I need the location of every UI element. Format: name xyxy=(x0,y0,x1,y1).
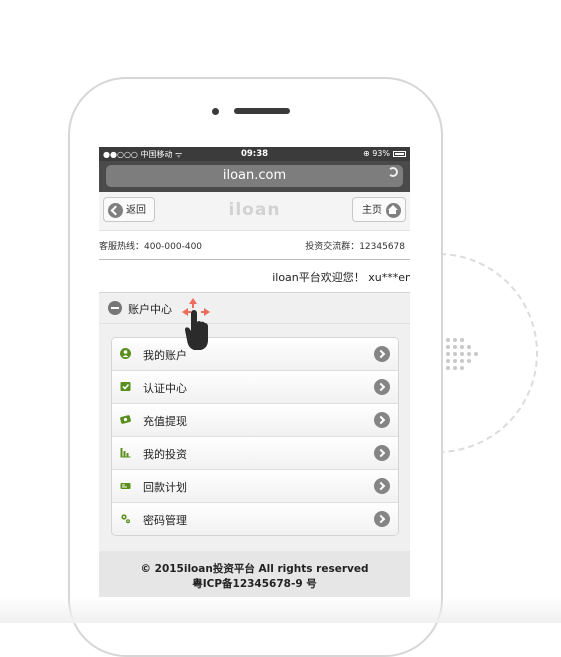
menu-item-verification[interactable]: 认证中心 xyxy=(112,371,398,404)
chevron-right-icon xyxy=(374,412,390,428)
swipe-dots-icon xyxy=(446,338,486,370)
reload-icon[interactable] xyxy=(388,167,398,177)
url-bar[interactable]: iloan.com xyxy=(106,165,403,187)
user-icon xyxy=(120,348,131,359)
chevron-right-icon xyxy=(374,478,390,494)
url-text: iloan.com xyxy=(222,168,287,183)
welcome-text: iloan平台欢迎您！ xu***en xyxy=(272,271,410,284)
panel-header[interactable]: 账户中心 xyxy=(99,293,410,324)
home-icon xyxy=(386,203,401,218)
phone-speaker xyxy=(234,108,290,114)
home-button[interactable]: 主页 xyxy=(352,197,406,222)
menu-item-label: 认证中心 xyxy=(143,382,187,395)
account-center-panel: 账户中心 我的账户 认证中心 充值提现 我的投资 回款计划 密码管理 xyxy=(99,292,410,551)
info-bar: 客服热线：400-000-400 投资交流群：12345678 xyxy=(99,231,410,260)
icp-license: 粤ICP备12345678-9 号 xyxy=(192,578,317,590)
menu-item-recharge-withdraw[interactable]: 充值提现 xyxy=(112,404,398,437)
chevron-right-icon xyxy=(374,511,390,527)
password-gear-icon xyxy=(121,514,130,524)
menu-item-repayment-plan[interactable]: 回款计划 xyxy=(112,470,398,503)
chevron-right-icon xyxy=(374,445,390,461)
menu-item-label: 充值提现 xyxy=(143,415,187,428)
investor-group: 投资交流群：12345678 xyxy=(305,242,405,252)
menu-item-label: 回款计划 xyxy=(143,481,187,494)
copyright-text: © 2015iloan投资平台 All rights reserved xyxy=(140,563,369,575)
chevron-right-icon xyxy=(374,346,390,362)
recharge-icon xyxy=(120,415,131,424)
chevron-right-icon xyxy=(374,379,390,395)
browser-toolbar: iloan.com xyxy=(99,161,410,192)
menu-item-label: 密码管理 xyxy=(143,514,187,527)
panel-title: 账户中心 xyxy=(128,303,172,316)
menu-item-my-account[interactable]: 我的账户 xyxy=(112,338,398,371)
verify-icon xyxy=(120,382,131,391)
battery-icon xyxy=(393,151,406,157)
app-header: 返回 iloan 主页 xyxy=(99,192,410,231)
repayment-plan-icon xyxy=(120,483,131,489)
menu-item-password[interactable]: 密码管理 xyxy=(112,503,398,535)
home-label: 主页 xyxy=(362,205,382,216)
account-menu: 我的账户 认证中心 充值提现 我的投资 回款计划 密码管理 xyxy=(111,337,399,536)
bottom-shadow xyxy=(0,597,561,623)
status-bar: ●●○○○ 中国移动 ᯤ 09:38 ⊕ 93% xyxy=(99,147,410,161)
page-footer: © 2015iloan投资平台 All rights reserved 粤ICP… xyxy=(99,551,410,597)
battery-level: ⊕ 93% xyxy=(362,149,390,158)
menu-item-label: 我的投资 xyxy=(143,448,187,461)
collapse-icon[interactable] xyxy=(108,301,122,315)
service-hotline: 客服热线：400-000-400 xyxy=(99,242,203,252)
front-camera xyxy=(212,108,219,115)
menu-item-my-investment[interactable]: 我的投资 xyxy=(112,437,398,470)
welcome-banner: iloan平台欢迎您！ xu***en xyxy=(99,260,410,288)
phone-screen: ●●○○○ 中国移动 ᯤ 09:38 ⊕ 93% iloan.com 返回 il… xyxy=(99,147,410,597)
investment-chart-icon xyxy=(120,448,131,458)
touch-hand-icon xyxy=(182,298,210,350)
